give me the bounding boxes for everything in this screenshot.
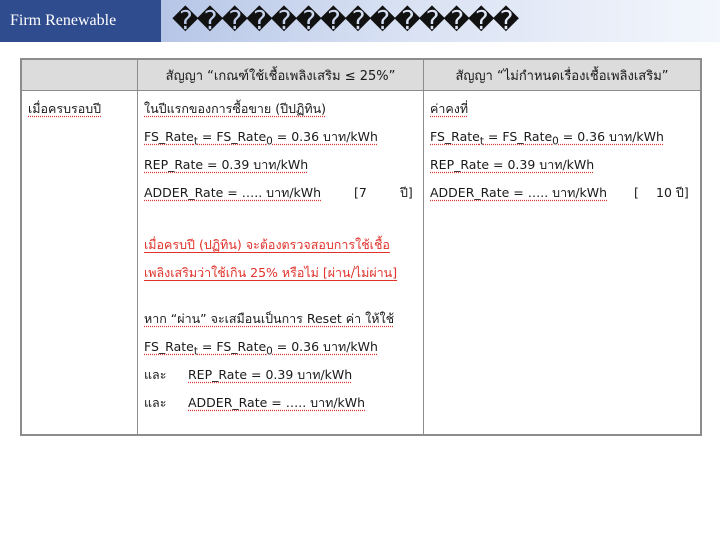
table-row: เมื่อครบรอบปี ในปีแรกของการซื้อขาย (ปีปฏ… bbox=[21, 90, 701, 435]
constant-text: ค่าคงที่ bbox=[430, 101, 469, 116]
fs-rate-line: FS_Ratet = FS_Rate0 = 0.36 บาท/kWh bbox=[144, 129, 378, 148]
row-label-cell: เมื่อครบรอบปี bbox=[21, 90, 138, 435]
no-fuel-limit-cell: ค่าคงที่ FS_Ratet = FS_Rate0 = 0.36 บาท/… bbox=[423, 90, 701, 435]
first-year-text: ในปีแรกของการซื้อขาย (ปีปฏิทิน) bbox=[144, 101, 327, 116]
audit-note-line-2: เพลิงเสริมว่าใช้เกิน 25% หรือไม่ [ผ่าน/ไ… bbox=[144, 265, 398, 280]
header-cell-blank bbox=[21, 59, 138, 91]
reset-note-line: หาก “ผ่าน” จะเสมือนเป็นการ Reset ค่า ให้… bbox=[144, 311, 395, 326]
adder-years-open: [7 bbox=[354, 185, 367, 200]
slide-title: �������������� bbox=[172, 6, 519, 36]
adder-years-unit: ปี] bbox=[400, 185, 413, 200]
fs-rate-reset-line: FS_Ratet = FS_Rate0 = 0.36 บาท/kWh bbox=[144, 339, 378, 358]
row-label: เมื่อครบรอบปี bbox=[28, 101, 102, 116]
brand-label: Firm Renewable bbox=[0, 0, 161, 42]
audit-note-line-1: เมื่อครบปี (ปฏิทิน) จะต้องตรวจสอบการใช้เ… bbox=[144, 237, 390, 252]
header-row: สัญญา “เกณฑ์ใช้เชื้อเพลิงเสริม ≤ 25%” สั… bbox=[21, 59, 701, 91]
contract-table: สัญญา “เกณฑ์ใช้เชื้อเพลิงเสริม ≤ 25%” สั… bbox=[20, 58, 702, 436]
adder-rate-line: ADDER_Rate = ….. บาท/kWh [7 ปี] bbox=[144, 179, 417, 207]
rep-rate-reset-line: และ REP_Rate = 0.39 บาท/kWh bbox=[144, 367, 353, 382]
rep-rate-line: REP_Rate = 0.39 บาท/kWh bbox=[430, 157, 595, 172]
adder-years-open: [ bbox=[634, 185, 639, 200]
adder-rate-line: ADDER_Rate = ….. บาท/kWh [ 10 ปี] bbox=[430, 179, 694, 207]
header-bar: Firm Renewable �������������� bbox=[0, 0, 720, 42]
header-cell-fuel-limit: สัญญา “เกณฑ์ใช้เชื้อเพลิงเสริม ≤ 25%” bbox=[137, 59, 424, 91]
fuel-limit-cell: ในปีแรกของการซื้อขาย (ปีปฏิทิน) FS_Ratet… bbox=[137, 90, 424, 435]
rep-rate-line: REP_Rate = 0.39 บาท/kWh bbox=[144, 157, 309, 172]
header-cell-no-fuel-limit: สัญญา “ไม่กำหนดเรื่องเชื้อเพลิงเสริม” bbox=[423, 59, 701, 91]
adder-years-unit: 10 ปี] bbox=[656, 185, 689, 200]
adder-rate-reset-line: และ ADDER_Rate = ….. บาท/kWh bbox=[144, 395, 366, 410]
fs-rate-line: FS_Ratet = FS_Rate0 = 0.36 บาท/kWh bbox=[430, 129, 664, 148]
